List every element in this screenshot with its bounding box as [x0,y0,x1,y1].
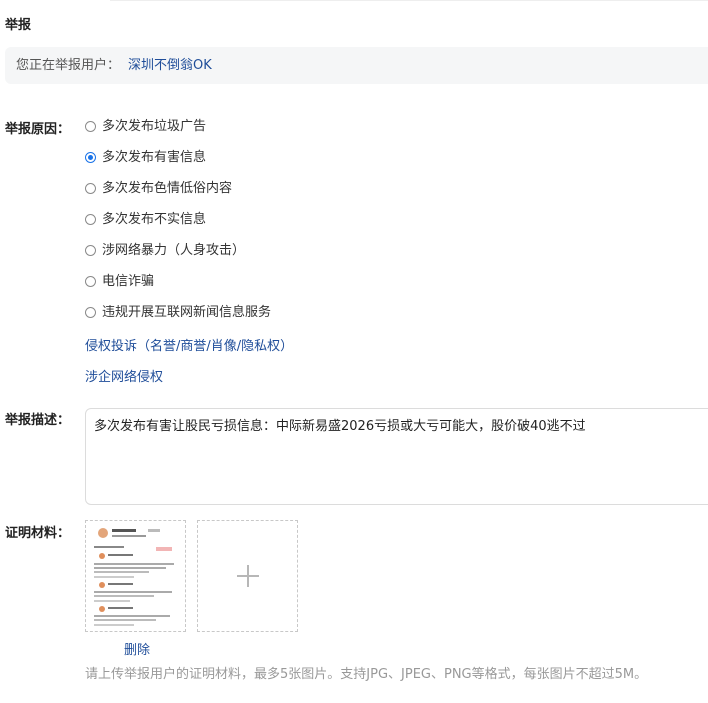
radio-button[interactable] [85,214,96,225]
reason-option-false-info[interactable]: 多次发布不实信息 [85,210,271,241]
reason-option-label: 多次发布不实信息 [102,212,207,227]
radio-button-selected[interactable] [85,152,96,163]
reason-option-label: 违规开展互联网新闻信息服务 [102,305,272,320]
radio-button[interactable] [85,183,96,194]
reason-option-cyberbullying[interactable]: 涉网络暴力（人身攻击） [85,241,271,272]
top-divider [110,0,708,1]
report-target-banner: 您正在举报用户： 深圳不倒翁OK [5,47,708,84]
reason-option-illegal-news-service[interactable]: 违规开展互联网新闻信息服务 [85,303,271,334]
report-description-textarea[interactable]: 多次发布有害让股民亏损信息：中际新易盛2026亏损或大亏可能大，股价破40逃不过 [85,408,708,505]
upload-hint-text: 请上传举报用户的证明材料，最多5张图片。支持JPG、JPEG、PNG等格式，每张… [85,667,648,682]
delete-image-button[interactable]: 删除 [124,639,150,658]
reported-user-link[interactable]: 深圳不倒翁OK [128,58,212,73]
plus-icon [236,565,259,587]
reason-option-harmful-info[interactable]: 多次发布有害信息 [85,148,271,179]
radio-button[interactable] [85,307,96,318]
reason-option-label: 电信诈骗 [102,274,155,289]
reason-option-label: 涉网络暴力（人身攻击） [102,243,246,258]
radio-button[interactable] [85,245,96,256]
report-description-label: 举报描述： [5,413,71,428]
radio-button[interactable] [85,276,96,287]
radio-button[interactable] [85,121,96,132]
reason-option-vulgar-content[interactable]: 多次发布色情低俗内容 [85,179,271,210]
report-reason-options: 多次发布垃圾广告 多次发布有害信息 多次发布色情低俗内容 多次发布不实信息 涉网… [85,117,271,334]
reason-option-spam-ads[interactable]: 多次发布垃圾广告 [85,117,271,148]
report-target-prefix: 您正在举报用户： [16,58,121,73]
reason-option-label: 多次发布有害信息 [102,150,207,165]
reason-option-label: 多次发布色情低俗内容 [102,181,233,196]
reason-option-telecom-fraud[interactable]: 电信诈骗 [85,272,271,303]
report-reason-label: 举报原因： [5,122,71,137]
screenshot-thumbnail-image [86,521,185,631]
infringement-complaint-link[interactable]: 侵权投诉（名誉/商誉/肖像/隐私权） [85,335,293,354]
page-title: 举报 [5,18,32,33]
enterprise-infringement-link[interactable]: 涉企网络侵权 [85,366,163,385]
reason-option-label: 多次发布垃圾广告 [102,119,207,134]
evidence-label: 证明材料： [5,526,71,541]
add-image-button[interactable] [197,520,298,632]
evidence-image-thumbnail[interactable] [85,520,186,632]
